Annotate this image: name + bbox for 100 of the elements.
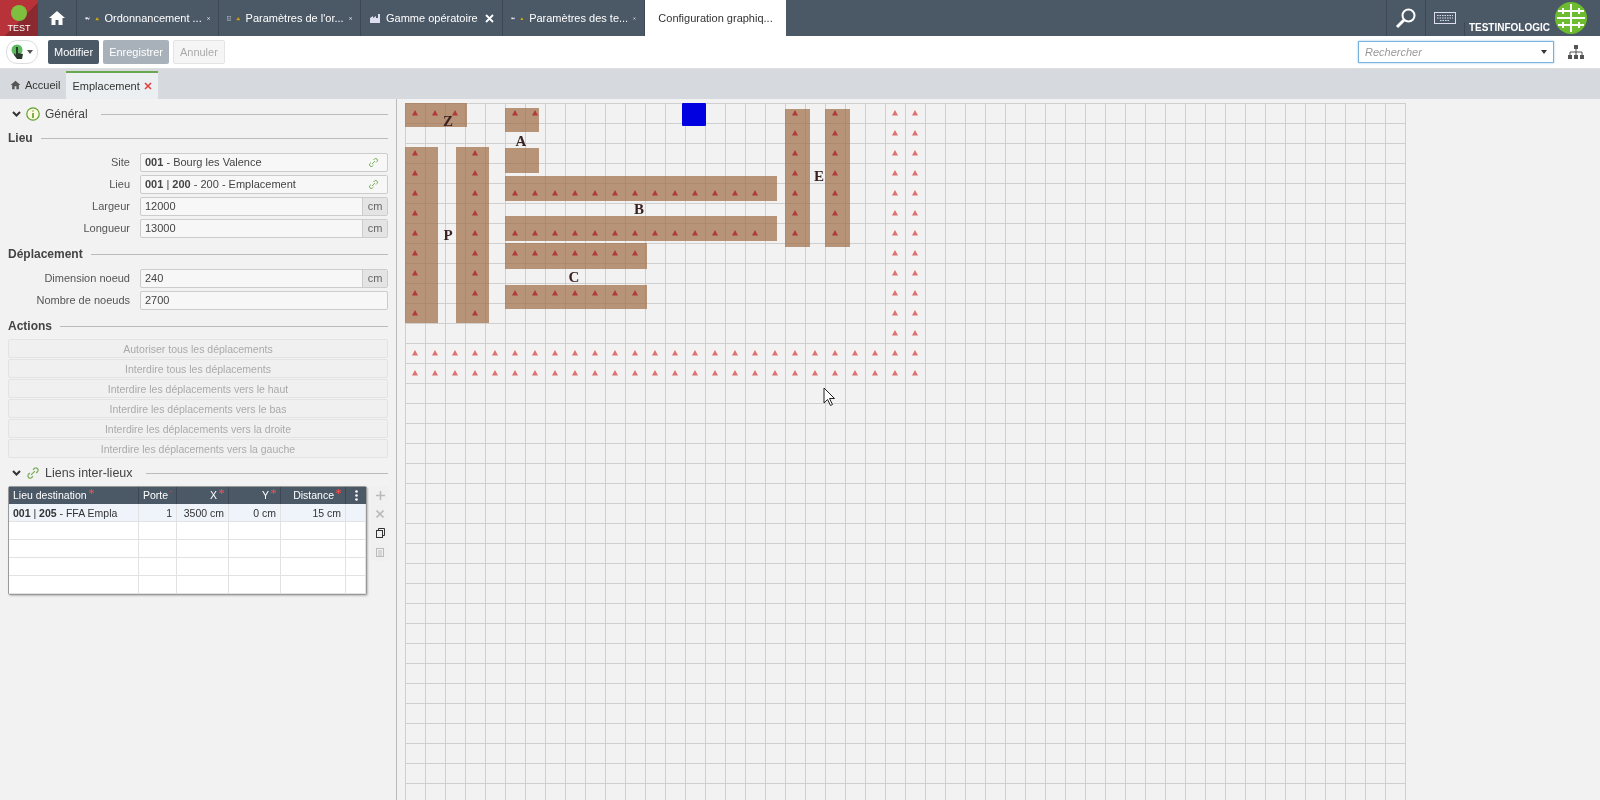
triangle-marker [552,350,558,356]
triangle-marker [792,150,798,156]
triangle-marker [572,190,578,196]
group-title: Actions [8,319,52,333]
triangle-marker [592,190,598,196]
column-header[interactable]: Porte [143,489,169,501]
input-field[interactable]: 001 - Bourg les Valence [140,152,388,172]
document-tab[interactable]: Configuration graphiq... [644,0,786,36]
triangle-marker [912,230,918,236]
page-tab[interactable]: Emplacement [66,71,158,99]
triangle-marker [412,190,418,196]
zone-label: E [814,168,824,184]
input-field[interactable]: 240 cm [140,268,388,288]
hierarchy-icon[interactable] [1568,45,1584,59]
triangle-marker [772,370,778,376]
triangle-marker [912,290,918,296]
triangle-marker [632,230,638,236]
input-field[interactable]: 2700 [140,290,388,310]
input-field[interactable]: 13000 cm [140,218,388,238]
triangle-marker [832,130,838,136]
app-logo[interactable]: TEST [0,0,38,36]
input-field[interactable]: 001 | 200 - 200 - Emplacement [140,174,388,194]
triangle-marker [892,190,898,196]
field-label: Largeur [91,200,131,212]
zone-label: P [443,227,453,243]
triangle-marker [652,370,658,376]
triangle-marker [592,290,598,296]
tab-label: Emplacement [72,80,140,92]
triangle-marker [632,190,638,196]
keyboard-icon [1433,12,1456,24]
column-header[interactable]: Lieu destination [13,489,87,501]
triangle-marker [832,150,838,156]
chevron-icon[interactable] [12,111,21,117]
link-icon [26,466,40,480]
triangle-marker [892,230,898,236]
table-row[interactable]: 001 | 205 - FFA Empla 1 3500 cm 0 cm 15 cm [9,504,366,522]
triangle-marker [772,350,778,356]
tab-label: Accueil [25,79,61,91]
input-field[interactable]: 12000 cm [140,196,388,216]
triangle-marker [792,110,798,116]
triangle-marker [532,230,538,236]
triangle-marker [472,210,478,216]
page-tab[interactable]: Accueil [4,71,67,99]
triangle-marker [472,190,478,196]
triangle-marker [572,350,578,356]
triangle-marker [512,230,518,236]
triangle-marker [892,210,898,216]
triangle-marker [552,370,558,376]
close-icon[interactable] [143,82,152,90]
triangle-marker [412,170,418,176]
triangle-marker [672,230,678,236]
triangle-marker [912,350,918,356]
triangle-marker [912,110,918,116]
triangle-marker [912,270,918,276]
zone-label: A [515,133,527,149]
triangle-marker [872,370,878,376]
dropdown-caret-icon [1541,50,1547,54]
triangle-marker [472,290,478,296]
home-icon [48,10,66,26]
triangle-marker [732,230,738,236]
triangle-marker [432,110,438,116]
search-field[interactable]: Rechercher [1358,41,1554,63]
field-label: Dimension noeud [43,272,131,284]
gesture-menu-button[interactable] [6,40,38,64]
triangle-marker [812,350,818,356]
triangle-marker [892,130,898,136]
triangle-marker [712,370,718,376]
triangle-marker [892,150,898,156]
triangle-marker [912,150,918,156]
triangle-marker [632,290,638,296]
triangle-marker [592,370,598,376]
triangle-marker [752,230,758,236]
logo-icon [10,3,28,22]
triangle-marker [532,110,538,116]
unit-label: cm [362,219,387,237]
chevron-icon[interactable] [12,470,21,476]
triangle-marker [552,250,558,256]
triangle-marker [592,250,598,256]
triangle-marker [612,190,618,196]
triangle-marker [572,370,578,376]
table-cell: 3500 cm [183,506,224,519]
triangle-marker [792,350,798,356]
triangle-marker [532,290,538,296]
info-icon [26,107,40,121]
toolbar-button[interactable]: Modifier [48,40,100,64]
more-icon[interactable] [354,490,358,501]
triangle-marker [832,170,838,176]
triangle-marker [852,350,858,356]
tab-label: Configuration graphiq... [658,12,773,24]
triangle-marker [732,190,738,196]
column-header[interactable]: X [210,489,217,501]
triangle-marker [632,250,638,256]
triangle-marker [412,370,418,376]
column-header[interactable]: Distance [293,489,334,501]
triangle-marker [792,370,798,376]
triangle-marker [872,350,878,356]
triangle-marker [892,170,898,176]
triangle-marker [412,310,418,316]
selected-node[interactable] [682,103,706,126]
column-header[interactable]: Y [262,489,269,501]
